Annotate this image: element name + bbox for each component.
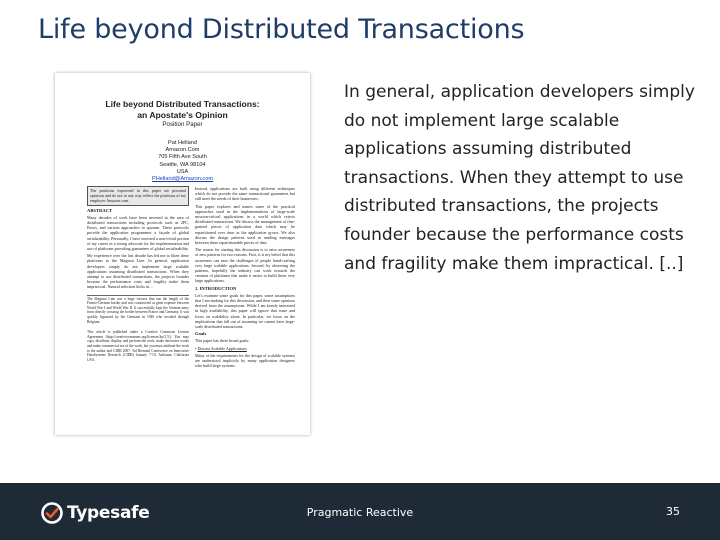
paper-disclaimer-box: The positions expressed in this paper ar… [87, 186, 189, 206]
paper-subtitle: Position Paper [162, 121, 203, 128]
paper-affiliation: Amazon.Com [165, 147, 200, 154]
slide-body-text: In general, application developers simpl… [344, 82, 695, 274]
slide-title: Life beyond Distributed Transactions [38, 14, 525, 45]
paper-title: Life beyond Distributed Transactions: an… [55, 99, 310, 121]
goal-1-title: Discuss Scalable Applications [197, 345, 247, 351]
paper-screenshot: Life beyond Distributed Transactions: an… [55, 73, 310, 435]
paper-right-column: Instead, applications are built using di… [195, 186, 295, 371]
paper-country: USA [176, 168, 189, 175]
footer-center-text: Pragmatic Reactive [306, 506, 414, 519]
paper-email: PHelland@Amazon.com [151, 176, 214, 183]
introduction-paragraph: Let's examine some goals for this paper,… [195, 292, 295, 330]
paper-author: Pat Helland [168, 140, 197, 146]
paper-footnote: The Maginot Line was a huge fortress tha… [87, 294, 189, 324]
paper-title-line2: an Apostate's Opinion [137, 110, 228, 120]
paper-address2: Seattle, WA 98104 [159, 161, 206, 168]
goals-heading: Goals [195, 331, 207, 337]
paper-left-column: The positions expressed in this paper ar… [87, 186, 189, 364]
right-paragraph-2: This paper explores and names some of th… [195, 203, 295, 246]
goals-paragraph: This paper has three broad goals: [195, 338, 250, 344]
right-paragraph-3: The reason for starting this discussion … [195, 247, 295, 284]
paper-title-line1: Life beyond Distributed Transactions: [105, 99, 260, 109]
slide-footer: Typesafe Pragmatic Reactive 35 [0, 483, 720, 540]
paper-address1: 705 Fifth Ave South [158, 154, 207, 161]
abstract-paragraph-2: My experience over the last decade has l… [87, 253, 189, 290]
abstract-heading: ABSTRACT [87, 207, 113, 213]
introduction-heading: 1. INTRODUCTION [195, 285, 237, 291]
slide-page-number: 35 [666, 505, 680, 518]
abstract-paragraph-1: Many decades of work have been invested … [87, 214, 189, 252]
goal-1-text: Many of the requirements for the design … [195, 352, 295, 369]
paper-author-block: Pat Helland Amazon.Com 705 Fifth Ave Sou… [55, 140, 310, 183]
right-paragraph-1: Instead, applications are built using di… [195, 186, 295, 202]
goal-1: • Discuss Scalable Applications [195, 345, 247, 351]
paper-license: This article is published under a Creati… [87, 330, 189, 362]
